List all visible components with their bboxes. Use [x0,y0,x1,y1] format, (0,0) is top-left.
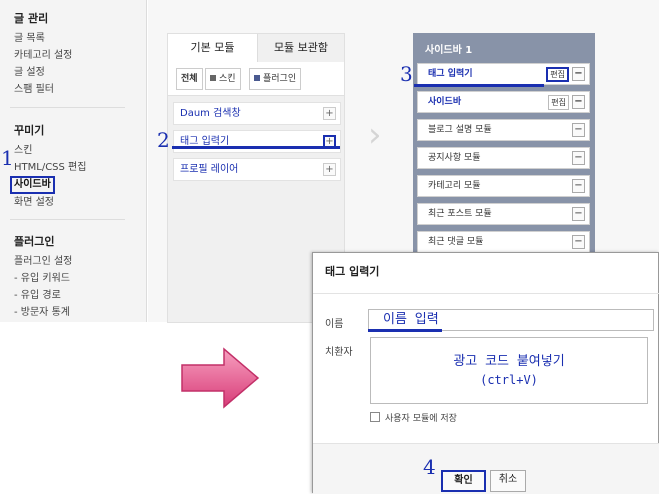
sidebar-module-notice[interactable]: 공지사항 모듈 − [417,147,590,169]
divider [313,293,659,294]
checkbox-label: 사용자 모듈에 저장 [385,414,457,424]
sidebar-module-sidebar[interactable]: 사이드바 편집 − [417,91,590,113]
module-label: 태그 입력기 [428,69,473,79]
code-hint-line2: (ctrl+V) [480,373,538,387]
name-input[interactable]: 이름 입력 [368,309,654,331]
module-tabs: 기본 모듈 모듈 보관함 [168,34,344,62]
menu-plugin-settings[interactable]: 플러그인 설정 [14,253,72,270]
menu-inflow-path[interactable]: - 유입 경로 [14,287,72,304]
module-daum-search[interactable]: Daum 검색창 + [173,102,341,125]
step-4-marker: 4 [423,455,436,479]
sidebar-module-recent-posts[interactable]: 최근 포스트 모듈 − [417,203,590,225]
module-profile-layer[interactable]: 프로필 레이어 + [173,158,341,181]
remove-icon[interactable]: − [572,67,585,81]
module-label: 사이드바 [428,97,462,107]
dialog-footer [313,443,659,494]
remove-icon[interactable]: − [572,151,585,165]
filter-label: 플러그인 [263,74,297,84]
checkbox-icon[interactable] [370,412,380,422]
save-to-user-module-checkbox[interactable]: 사용자 모듈에 저장 [370,411,457,424]
menu-screen-settings[interactable]: 화면 설정 [14,194,86,211]
module-label: 블로그 설명 모듈 [428,125,492,135]
menu-sidebar[interactable]: 사이드바 [10,176,55,194]
menu-inflow-keyword[interactable]: - 유입 키워드 [14,270,72,287]
divider [10,107,125,108]
add-icon[interactable]: + [323,107,336,120]
menu-html-css-edit[interactable]: HTML/CSS 편집 [14,159,86,176]
filter-plugin[interactable]: 플러그인 [249,68,302,90]
highlight-underline [368,329,442,332]
add-icon[interactable]: + [323,163,336,176]
highlight-underline [172,146,340,149]
sidebar-module-tag-input[interactable]: 태그 입력기 편집 − [417,63,590,85]
chevron-right-icon: › [368,115,382,155]
code-textarea[interactable]: 광고 코드 붙여넣기 (ctrl+V) [370,337,648,404]
module-label: 공지사항 모듈 [428,153,481,163]
menu-visitor-stats[interactable]: - 방문자 통계 [14,304,72,321]
module-label: 최근 포스트 모듈 [428,209,492,219]
section-title: 플러그인 [14,235,55,248]
admin-sidebar: 글 관리 글 목록 카테고리 설정 글 설정 스팸 필터 꾸미기 스킨 HTML… [0,0,147,322]
module-label: 최근 댓글 모듈 [428,237,484,247]
sidebar-module-category[interactable]: 카테고리 모듈 − [417,175,590,197]
module-tag-input[interactable]: 태그 입력기 + [173,130,341,153]
menu-skin[interactable]: 스킨 [14,142,86,159]
section-title: 꾸미기 [14,124,45,137]
menu-category-settings[interactable]: 카테고리 설정 [14,47,72,64]
menu-post-list[interactable]: 글 목록 [14,30,72,47]
module-label: 프로필 레이어 [180,164,239,175]
section-decorate: 꾸미기 스킨 HTML/CSS 편집 사이드바 화면 설정 [10,122,86,211]
sidebar-module-recent-comments[interactable]: 최근 댓글 모듈 − [417,231,590,253]
step-3-marker: 3 [400,62,413,86]
confirm-button[interactable]: 확인 [441,470,486,492]
name-label: 이름 [325,319,344,330]
plugin-square-icon [254,75,260,81]
code-hint-line1: 광고 코드 붙여넣기 [453,354,565,369]
highlight-underline [414,84,544,87]
remove-icon[interactable]: − [572,95,585,109]
step-2-marker: 2 [157,128,170,152]
filter-label: 전체 [181,74,198,84]
sidebar-module-blog-description[interactable]: 블로그 설명 모듈 − [417,119,590,141]
cancel-button[interactable]: 취소 [490,470,526,492]
divider [10,219,125,220]
dialog-title: 태그 입력기 [325,265,380,278]
remove-icon[interactable]: − [572,123,585,137]
section-plugins: 플러그인 플러그인 설정 - 유입 키워드 - 유입 경로 - 방문자 통계 [14,233,72,321]
remove-icon[interactable]: − [572,207,585,221]
replace-label: 치환자 [325,347,353,358]
sidebar-title: 사이드바 1 [425,45,473,56]
edit-button[interactable]: 편집 [548,95,569,110]
skin-square-icon [210,75,216,81]
step-1-marker: 1 [1,146,14,170]
remove-icon[interactable]: − [572,179,585,193]
arrow-right-icon [181,347,260,409]
section-title: 글 관리 [14,12,49,25]
tab-module-storage[interactable]: 모듈 보관함 [258,34,344,62]
menu-post-settings[interactable]: 글 설정 [14,64,72,81]
remove-icon[interactable]: − [572,235,585,249]
tag-input-dialog: 태그 입력기 이름 이름 입력 치환자 광고 코드 붙여넣기 (ctrl+V) … [312,252,659,494]
filter-label: 스킨 [219,74,236,84]
filter-bar: 전체 스킨 플러그인 [168,62,344,96]
module-label: Daum 검색창 [180,108,241,119]
module-label: 카테고리 모듈 [428,181,481,191]
edit-button[interactable]: 편집 [546,67,569,82]
filter-skin[interactable]: 스킨 [205,68,241,90]
tab-basic-modules[interactable]: 기본 모듈 [168,34,258,62]
section-post-management: 글 관리 글 목록 카테고리 설정 글 설정 스팸 필터 [14,10,72,98]
filter-all[interactable]: 전체 [176,68,203,90]
menu-spam-filter[interactable]: 스팸 필터 [14,81,72,98]
